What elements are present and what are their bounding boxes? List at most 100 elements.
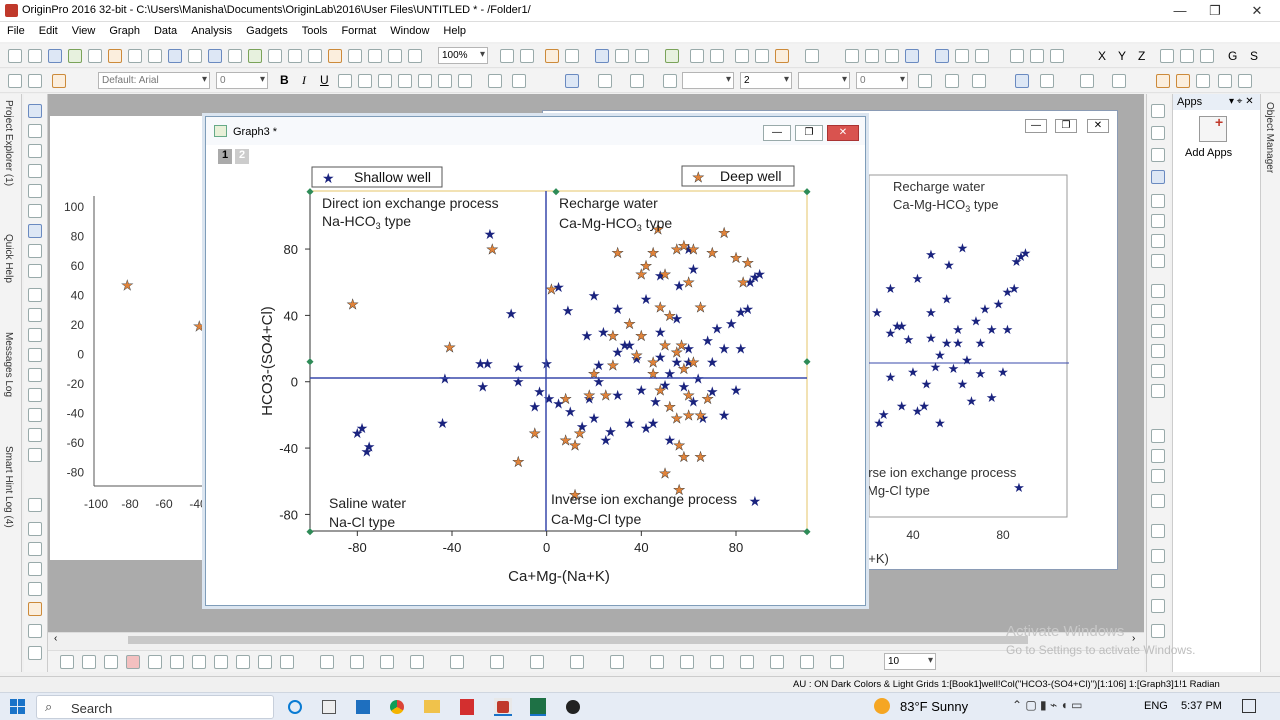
insert-table-icon[interactable] — [28, 448, 42, 462]
circle-tool-icon[interactable] — [28, 522, 42, 536]
ungroup-icon[interactable] — [1151, 449, 1165, 463]
new-graph-icon[interactable] — [68, 49, 82, 63]
group-icon[interactable] — [1151, 429, 1165, 443]
rotate-object-icon[interactable] — [1151, 494, 1165, 508]
front-icon[interactable] — [1080, 74, 1094, 88]
filter-icon[interactable] — [1010, 49, 1024, 63]
plot-setup-icon[interactable] — [1151, 126, 1165, 140]
close-button[interactable]: ✕ — [1087, 119, 1109, 133]
layer-contents-icon[interactable] — [1151, 148, 1165, 162]
special-char-icon[interactable] — [488, 74, 502, 88]
superscript-icon[interactable] — [338, 74, 352, 88]
set-values-icon[interactable] — [905, 49, 919, 63]
pie-plot-icon[interactable] — [192, 655, 206, 669]
area-plot-icon[interactable] — [170, 655, 184, 669]
toggle-icon[interactable] — [1151, 104, 1165, 118]
distribute-v-icon[interactable] — [770, 655, 784, 669]
line-symbol-icon[interactable] — [104, 655, 118, 669]
unit-icon[interactable] — [1238, 74, 1252, 88]
sort-icon[interactable] — [845, 49, 859, 63]
layout-tool-icon[interactable] — [28, 646, 42, 660]
new-layout-icon[interactable] — [128, 49, 142, 63]
data-reader-icon[interactable] — [28, 164, 42, 178]
rotate-icon[interactable] — [1040, 74, 1054, 88]
matrix-icon[interactable] — [885, 49, 899, 63]
paste-icon[interactable] — [52, 74, 66, 88]
matrix-view-icon[interactable] — [1015, 74, 1029, 88]
line-width-combo[interactable]: 2 — [740, 72, 792, 89]
arrow-tool-icon[interactable] — [28, 308, 42, 322]
decrease-font-icon[interactable] — [438, 74, 452, 88]
pattern-icon[interactable] — [598, 74, 612, 88]
menu-view[interactable]: View — [65, 22, 103, 37]
minimize-button[interactable]: — — [1025, 119, 1047, 133]
stat-plot-icon[interactable] — [148, 655, 162, 669]
line-tool-icon[interactable] — [28, 328, 42, 342]
taskbar-search-box[interactable]: ⌕ Search — [36, 695, 274, 719]
y-axis-title[interactable]: HCO3-(SO4+Cl) — [259, 306, 276, 416]
graph3-window[interactable]: Graph3 * — ❐ ✕ 1 2 -80 -40 0 40 80 80 40 0 -40 -8… — [205, 116, 866, 606]
region-select-icon[interactable] — [28, 388, 42, 402]
layer-info-icon[interactable] — [755, 49, 769, 63]
align-top-icon[interactable] — [1151, 324, 1165, 338]
task-view-icon[interactable] — [322, 700, 336, 714]
stats-icon[interactable] — [865, 49, 879, 63]
selection-handle[interactable] — [803, 358, 811, 366]
same-height-icon[interactable] — [1151, 384, 1165, 398]
font-color-icon[interactable] — [512, 74, 526, 88]
selection-handle[interactable] — [306, 528, 314, 536]
set-x-button[interactable]: X — [1098, 49, 1106, 63]
symbol-color-icon[interactable] — [663, 74, 677, 88]
close-button[interactable]: ✕ — [827, 125, 859, 141]
menu-data[interactable]: Data — [147, 22, 184, 37]
snap-grid-icon[interactable] — [1151, 599, 1165, 613]
scroll-thumb[interactable] — [128, 636, 1028, 644]
clock[interactable]: 5:37 PM — [1181, 700, 1222, 712]
set-group-button[interactable]: G — [1228, 49, 1237, 63]
snap-icon[interactable] — [28, 562, 42, 576]
distribute-icon[interactable] — [1151, 549, 1165, 563]
contour-icon[interactable] — [380, 655, 394, 669]
new-workbook-icon[interactable] — [48, 49, 62, 63]
align-bottom-icon[interactable] — [1151, 344, 1165, 358]
menu-graph[interactable]: Graph — [102, 22, 147, 37]
open-icon[interactable] — [168, 49, 182, 63]
duplicate-icon[interactable] — [408, 49, 422, 63]
object-manager-tab[interactable]: Object Manager — [1264, 102, 1275, 173]
mask-icon[interactable] — [28, 244, 42, 258]
pattern-combo[interactable] — [798, 72, 850, 89]
arrange-icon[interactable] — [1151, 574, 1165, 588]
folder-icon[interactable] — [1176, 74, 1190, 88]
selection-handle[interactable] — [306, 358, 314, 366]
apps-pin-icon[interactable]: ▾ ⌖ ✕ — [1229, 96, 1254, 107]
layer-management-icon[interactable] — [1151, 234, 1165, 248]
weather-text[interactable]: 83°F Sunny — [900, 699, 968, 714]
set-error-icon[interactable] — [1160, 49, 1174, 63]
recalculate-icon[interactable] — [308, 49, 322, 63]
add-apps-label[interactable]: Add Apps — [1185, 147, 1232, 159]
zoom-combo[interactable]: 100% — [438, 47, 488, 64]
new-legend-icon[interactable] — [690, 49, 704, 63]
column-chart-icon[interactable] — [955, 49, 969, 63]
align-right-icon[interactable] — [1151, 304, 1165, 318]
x-axis-title[interactable]: Ca+Mg-(Na+K) — [508, 568, 610, 585]
menu-window[interactable]: Window — [383, 22, 436, 37]
results-log-icon[interactable] — [520, 49, 534, 63]
italic-button[interactable]: I — [302, 73, 306, 88]
code-builder-icon[interactable] — [545, 49, 559, 63]
menu-file[interactable]: File — [0, 22, 32, 37]
restore-button[interactable]: ❐ — [1055, 119, 1077, 133]
excel-icon[interactable] — [530, 698, 546, 716]
obs-icon[interactable] — [566, 700, 580, 714]
3d-surface-icon[interactable] — [320, 655, 334, 669]
underline-button[interactable]: U — [320, 73, 329, 87]
minimize-button[interactable]: — — [763, 125, 791, 141]
shape-tool-icon[interactable] — [28, 348, 42, 362]
region-icon[interactable] — [28, 264, 42, 278]
new-folder-icon[interactable] — [28, 49, 42, 63]
print-icon[interactable] — [328, 49, 342, 63]
set-z-button[interactable]: Z — [1138, 49, 1145, 63]
greek-icon[interactable] — [398, 74, 412, 88]
link-layers-icon[interactable] — [1151, 214, 1165, 228]
menu-gadgets[interactable]: Gadgets — [239, 22, 295, 37]
